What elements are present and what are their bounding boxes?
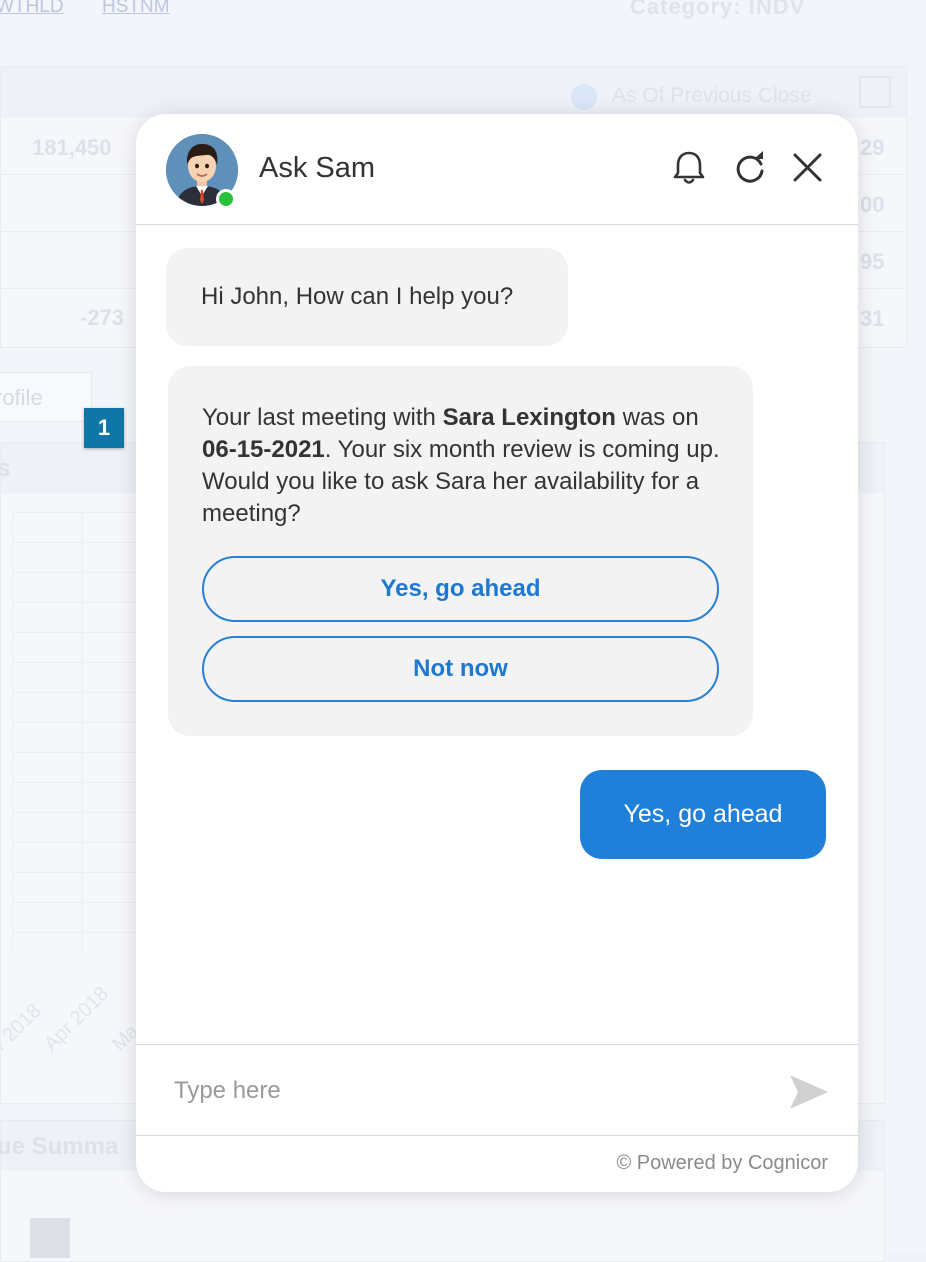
bg-value: 29 bbox=[860, 135, 885, 160]
chat-title: Ask Sam bbox=[259, 152, 376, 184]
chat-widget: Ask Sam Hi John, How can I help you? You… bbox=[136, 114, 858, 1192]
bot-meeting-message: Your last meeting with Sara Lexington wa… bbox=[168, 366, 753, 736]
bg-chart-title: s bbox=[0, 455, 11, 482]
bg-link-hstnm: HSTNM bbox=[102, 0, 170, 17]
bot-greeting-message: Hi John, How can I help you? bbox=[166, 248, 568, 346]
bell-icon[interactable] bbox=[669, 148, 709, 188]
meeting-message-text: Your last meeting with Sara Lexington wa… bbox=[202, 402, 722, 530]
bg-expand-icon bbox=[859, 76, 891, 108]
close-icon[interactable] bbox=[787, 148, 827, 188]
chat-header: Ask Sam bbox=[136, 114, 858, 225]
bg-profile-tab: rofile bbox=[0, 372, 92, 422]
bg-radio-label: As Of Previous Close bbox=[612, 84, 812, 107]
bg-summary-title: ue Summa bbox=[0, 1133, 119, 1160]
bg-link-wthld: WTHLD bbox=[0, 0, 64, 17]
refresh-icon[interactable] bbox=[730, 148, 770, 188]
bg-value: 31 bbox=[860, 306, 885, 331]
online-status-icon bbox=[216, 189, 236, 209]
bg-value: 95 bbox=[860, 249, 885, 274]
bg-radio-icon bbox=[571, 84, 597, 110]
bg-profile-label: rofile bbox=[0, 385, 43, 410]
chat-input-bar bbox=[136, 1044, 858, 1136]
message-input[interactable] bbox=[172, 1065, 756, 1117]
bg-value: -273 bbox=[80, 305, 125, 330]
bg-chart-grid bbox=[12, 512, 142, 952]
meeting-date: 06-15-2021 bbox=[202, 436, 325, 463]
bg-chart-bar bbox=[30, 1218, 70, 1258]
bg-value: 00 bbox=[860, 192, 885, 217]
send-icon[interactable] bbox=[788, 1073, 830, 1111]
step-marker: 1 bbox=[84, 408, 124, 448]
message-text-part: Your last meeting with bbox=[202, 404, 443, 431]
user-reply-message: Yes, go ahead bbox=[580, 770, 826, 859]
not-now-button[interactable]: Not now bbox=[202, 636, 719, 702]
powered-by-footer: © Powered by Cognicor bbox=[616, 1152, 828, 1174]
contact-name: Sara Lexington bbox=[442, 404, 616, 431]
user-reply-text: Yes, go ahead bbox=[623, 800, 783, 828]
bg-value: 181,450 bbox=[32, 135, 112, 160]
message-text-part: was on bbox=[615, 404, 699, 431]
greeting-text: Hi John, How can I help you? bbox=[201, 283, 514, 310]
bg-category: Category: INDV bbox=[630, 0, 806, 19]
yes-go-ahead-button[interactable]: Yes, go ahead bbox=[202, 556, 719, 622]
